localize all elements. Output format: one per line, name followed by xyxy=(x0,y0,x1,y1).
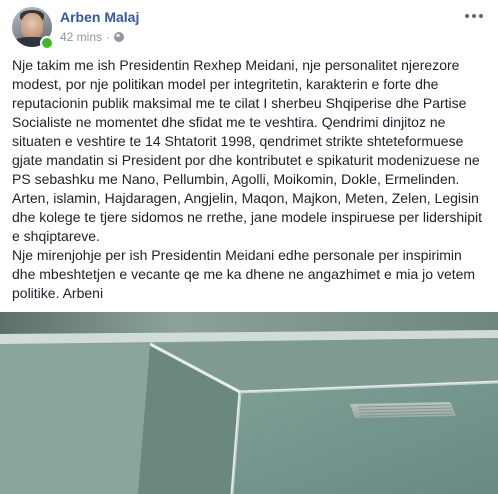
post-timestamp[interactable]: 42 mins xyxy=(60,30,102,44)
options-dot xyxy=(472,14,476,18)
post-header: Arben Malaj 42 mins · xyxy=(0,0,498,52)
online-status-indicator xyxy=(40,36,54,50)
post-paragraph: Nje takim me ish Presidentin Rexhep Meid… xyxy=(12,57,483,244)
post-paragraph: Nje mirenjohje per ish Presidentin Meida… xyxy=(12,247,476,301)
options-dot xyxy=(479,14,483,18)
globe-icon[interactable] xyxy=(114,32,125,42)
post-text: Nje takim me ish Presidentin Rexhep Meid… xyxy=(12,56,490,303)
meta-separator: · xyxy=(106,30,111,44)
post-photo-ceiling xyxy=(0,312,498,494)
more-options-icon[interactable] xyxy=(462,8,486,24)
options-dot xyxy=(465,14,469,18)
avatar-face xyxy=(21,13,43,39)
post-meta: 42 mins · xyxy=(60,30,125,44)
author-name-link[interactable]: Arben Malaj xyxy=(60,9,139,25)
post-photo[interactable] xyxy=(0,312,498,494)
